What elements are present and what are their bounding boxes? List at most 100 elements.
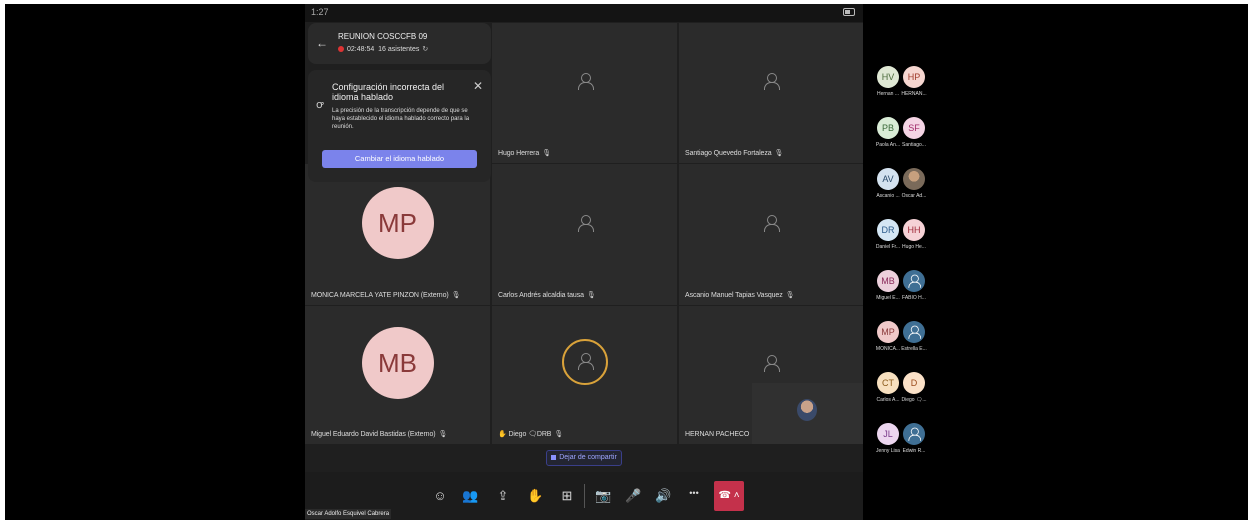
camera-off-icon[interactable]: 📷 (595, 488, 611, 504)
roster-participant[interactable]: HP HERNAN... (899, 66, 929, 97)
recording-icon (338, 46, 344, 53)
roster-participant[interactable]: Oscar Ad... (899, 168, 929, 199)
roster-name: Diego 🗨... (901, 397, 927, 403)
roster-participant[interactable]: FABIO H... (899, 270, 929, 301)
participant-name-text: Santiago Quevedo Fortaleza (685, 150, 772, 157)
view-icon[interactable]: ⊞ (559, 488, 575, 504)
meeting-meta: 02:48:54 16 asistentes ↻ (338, 45, 428, 53)
roster-participant[interactable]: Estrella E... (899, 321, 929, 352)
mic-off-icon: 🎙 (438, 431, 448, 438)
speaking-indicator (561, 339, 608, 385)
participant-name: Carlos Andrés alcaldia tausa 🎙 (498, 291, 596, 299)
participant-avatar: MB (361, 327, 434, 399)
speech-language-icon: ꝍ (316, 99, 324, 111)
notice-title: Configuración incorrecta del idioma habl… (332, 82, 445, 102)
roster-name: Hugo He... (902, 244, 926, 250)
attendee-count: 16 asistentes (378, 46, 420, 53)
participant-name: Hugo Herrera 🎙 (498, 149, 551, 157)
self-video-avatar (797, 399, 817, 421)
reactions-icon[interactable]: ✋ (527, 488, 543, 504)
roster-avatar: D (903, 372, 925, 394)
roster-avatar: PB (877, 117, 899, 139)
person-icon (908, 274, 922, 289)
roster-participant[interactable]: D Diego 🗨... (899, 372, 929, 403)
participant-tile[interactable]: Carlos Andrés alcaldia tausa 🎙 (492, 164, 677, 305)
roster-participant[interactable]: Edwin R... (899, 423, 929, 454)
share-icon[interactable]: ⇪ (495, 488, 511, 504)
roster-participant[interactable]: HH Hugo He... (899, 219, 929, 250)
person-icon (577, 73, 594, 90)
raised-hand-icon: ✋ (498, 431, 509, 438)
participant-tile[interactable]: Santiago Quevedo Fortaleza 🎙 (679, 23, 863, 163)
participant-name: Ascanio Manuel Tapias Vasquez 🎙 (685, 291, 795, 299)
roster-person-icon (903, 321, 925, 343)
roster-name: FABIO H... (902, 295, 926, 301)
meeting-header: ← REUNION COSCCFB 09 02:48:54 16 asisten… (308, 23, 491, 64)
participant-name: Miguel Eduardo David Bastidas (Externo) 🎙 (311, 430, 447, 438)
roster-avatar: HV (877, 66, 899, 88)
mic-off-icon: 🎙 (785, 292, 795, 299)
mic-off-icon: 🎙 (451, 292, 461, 299)
mic-off-icon: 🎙 (554, 431, 564, 438)
status-bar: 1:27 (305, 4, 863, 22)
self-view[interactable] (752, 383, 863, 444)
roster-avatar: AV (877, 168, 899, 190)
share-bar: Dejar de compartir (305, 444, 752, 472)
meeting-window: 1:27 Hugo Herrera 🎙 Santiago Quevedo Forta… (305, 4, 863, 520)
mic-off-icon: 🎙 (774, 150, 784, 157)
stop-sharing-label: Dejar de compartir (559, 454, 617, 461)
roster-avatar: HH (903, 219, 925, 241)
participant-tile[interactable]: MB Miguel Eduardo David Bastidas (Externo… (305, 306, 490, 444)
person-icon (764, 355, 780, 372)
participant-tile[interactable]: ✋ Diego 🗨DRB 🎙 (492, 306, 677, 444)
participant-tile[interactable]: Hugo Herrera 🎙 (492, 23, 677, 163)
hang-up-button[interactable]: ☎ ˄ (714, 481, 744, 511)
participant-name: MONICA MARCELA YATE PINZON (Externo) 🎙 (311, 291, 461, 299)
roster-name: Edwin R... (902, 448, 926, 454)
participant-name-text: Diego 🗨DRB (508, 431, 552, 438)
toolbar-divider (584, 484, 585, 508)
chat-icon[interactable]: ☺ (432, 488, 448, 503)
participant-avatar: MP (361, 186, 434, 259)
person-icon (764, 73, 780, 90)
roster-avatar: MP (877, 321, 899, 343)
mic-icon[interactable]: 🎤 (625, 488, 641, 504)
participant-name: ✋ Diego 🗨DRB 🎙 (498, 430, 563, 438)
people-icon[interactable]: 👥 (462, 488, 478, 504)
participant-name-text: Miguel Eduardo David Bastidas (Externo) (311, 431, 436, 438)
participant-name: Santiago Quevedo Fortaleza 🎙 (685, 149, 783, 157)
roster-name: Santiago... (902, 142, 926, 148)
person-icon (908, 325, 922, 340)
roster-avatar: SF (903, 117, 925, 139)
stop-share-icon (551, 454, 557, 460)
stop-sharing-button[interactable]: Dejar de compartir (546, 450, 622, 466)
status-time: 1:27 (311, 7, 329, 17)
roster-person-icon (903, 270, 925, 292)
participant-name-text: Carlos Andrés alcaldia tausa (498, 292, 584, 299)
language-notice: ꝍ Configuración incorrecta del idioma ha… (308, 70, 491, 182)
refresh-icon: ↻ (422, 46, 429, 53)
person-icon (908, 427, 922, 442)
close-icon[interactable]: ✕ (473, 79, 483, 93)
roster-avatar: MB (877, 270, 899, 292)
meeting-duration: 02:48:54 (347, 46, 375, 53)
back-arrow-icon[interactable]: ← (316, 36, 328, 50)
roster-participant[interactable]: SF Santiago... (899, 117, 929, 148)
mic-off-icon: 🎙 (586, 292, 596, 299)
change-language-button[interactable]: Cambiar el idioma hablado (322, 150, 477, 168)
roster-avatar: DR (877, 219, 899, 241)
participant-name-text: MONICA MARCELA YATE PINZON (Externo) (311, 292, 449, 299)
presenter-label: Oscar Adolfo Esquivel Cabrera (305, 509, 392, 519)
meeting-title: REUNION COSCCFB 09 (338, 32, 428, 41)
participant-name-text: Hugo Herrera (498, 150, 540, 157)
participant-tile[interactable]: MP MONICA MARCELA YATE PINZON (Externo) 🎙 (305, 164, 490, 305)
speaker-icon[interactable]: 🔊 (655, 488, 671, 504)
battery-icon (843, 8, 855, 16)
more-options-icon[interactable]: ••• (686, 488, 702, 498)
mic-off-icon: 🎙 (542, 150, 552, 157)
roster-name: Oscar Ad... (901, 193, 927, 199)
roster-avatar: CT (877, 372, 899, 394)
roster-name: Estrella E... (901, 346, 927, 352)
participant-tile[interactable]: Ascanio Manuel Tapias Vasquez 🎙 (679, 164, 863, 305)
notice-body: La precisión de la transcripción depende… (332, 108, 470, 130)
